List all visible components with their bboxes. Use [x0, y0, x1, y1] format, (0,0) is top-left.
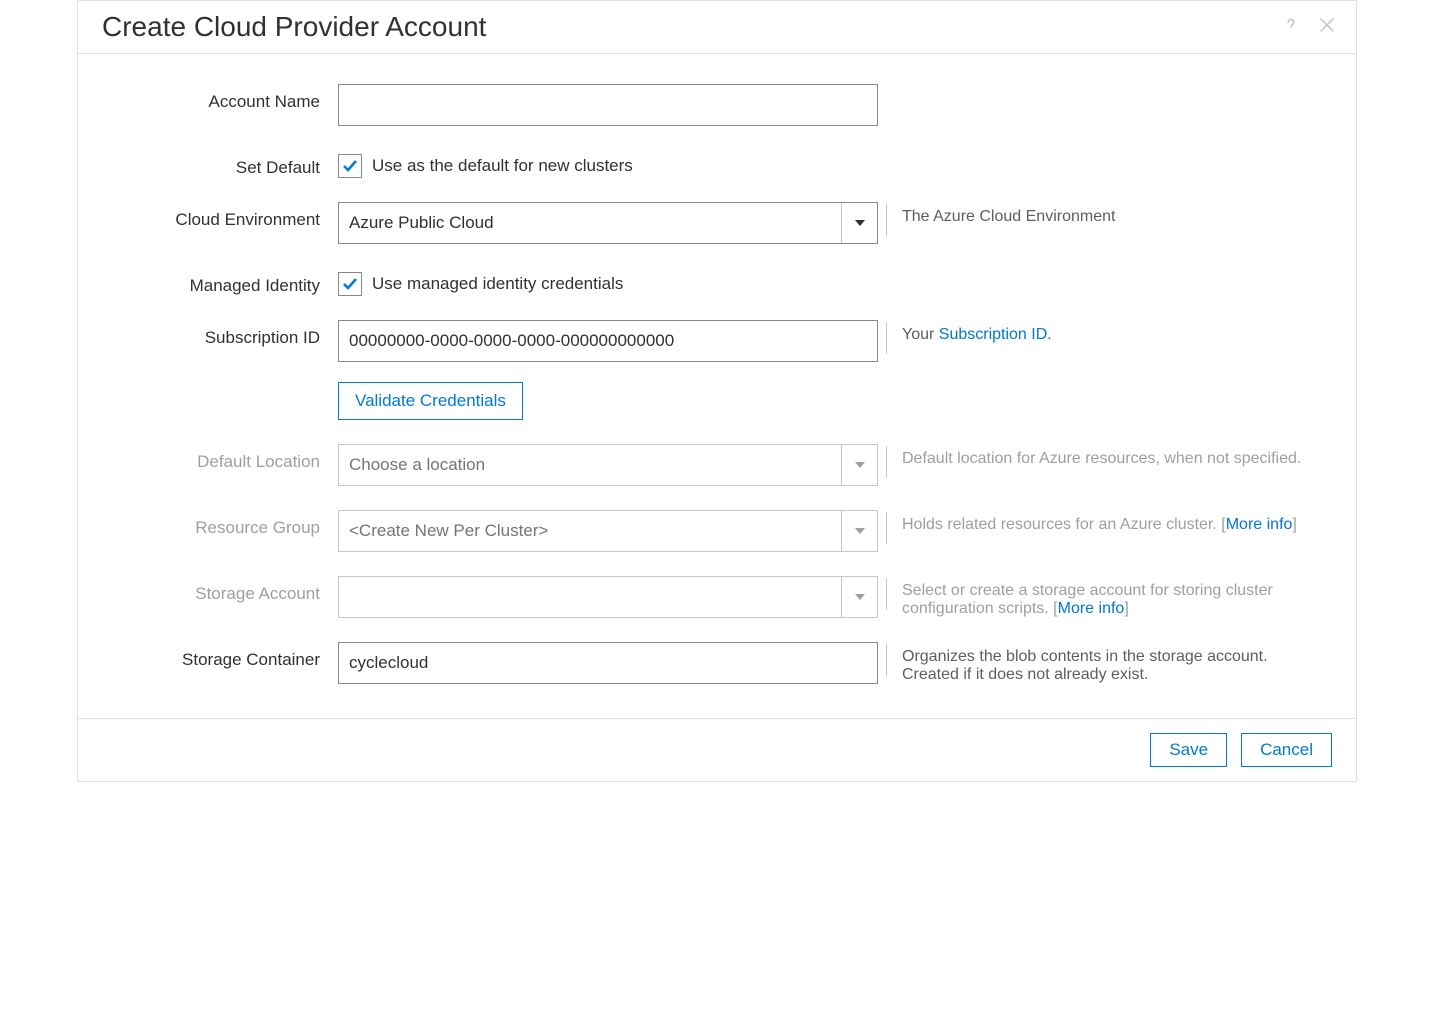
hint-subscription-id: Your Subscription ID. [878, 320, 1326, 344]
label-resource-group: Resource Group [108, 510, 338, 538]
row-resource-group: Resource Group Holds related resources f… [108, 510, 1326, 552]
resource-group-select[interactable] [338, 510, 878, 552]
label-storage-container: Storage Container [108, 642, 338, 670]
resource-group-more-info-link[interactable]: More info [1226, 516, 1293, 533]
help-icon[interactable] [1280, 14, 1302, 40]
subscription-id-input[interactable] [338, 320, 878, 362]
label-subscription-id: Subscription ID [108, 320, 338, 348]
label-account-name: Account Name [108, 84, 338, 112]
label-cloud-environment: Cloud Environment [108, 202, 338, 230]
row-subscription-id: Subscription ID Your Subscription ID. [108, 320, 1326, 362]
cloud-environment-value[interactable] [338, 202, 878, 244]
default-location-value[interactable] [338, 444, 878, 486]
header-actions [1280, 14, 1338, 40]
dialog-title: Create Cloud Provider Account [102, 11, 486, 43]
row-validate: Validate Credentials [108, 382, 1326, 420]
storage-account-value[interactable] [338, 576, 878, 618]
validate-credentials-button[interactable]: Validate Credentials [338, 382, 523, 420]
dialog-footer: Save Cancel [78, 718, 1356, 781]
storage-account-select[interactable] [338, 576, 878, 618]
row-managed-identity: Managed Identity Use managed identity cr… [108, 268, 1326, 296]
row-default-location: Default Location Default location for Az… [108, 444, 1326, 486]
dialog-body: Account Name Set Default Use as the defa… [78, 54, 1356, 718]
hint-default-location: Default location for Azure resources, wh… [878, 444, 1326, 468]
hint-storage-container: Organizes the blob contents in the stora… [878, 642, 1326, 684]
label-storage-account: Storage Account [108, 576, 338, 604]
hint-cloud-environment: The Azure Cloud Environment [878, 202, 1326, 226]
label-managed-identity: Managed Identity [108, 268, 338, 296]
subscription-id-link[interactable]: Subscription ID [939, 326, 1048, 343]
close-icon[interactable] [1316, 14, 1338, 40]
cloud-environment-select[interactable] [338, 202, 878, 244]
managed-identity-checkbox-label: Use managed identity credentials [372, 274, 623, 294]
account-name-input[interactable] [338, 84, 878, 126]
save-button[interactable]: Save [1150, 733, 1227, 767]
label-set-default: Set Default [108, 150, 338, 178]
managed-identity-checkbox[interactable] [338, 272, 362, 296]
label-default-location: Default Location [108, 444, 338, 472]
cancel-button[interactable]: Cancel [1241, 733, 1332, 767]
create-account-dialog: Create Cloud Provider Account Account Na… [77, 0, 1357, 782]
dialog-header: Create Cloud Provider Account [78, 1, 1356, 54]
resource-group-value[interactable] [338, 510, 878, 552]
row-storage-account: Storage Account Select or create a stora… [108, 576, 1326, 618]
hint-resource-group: Holds related resources for an Azure clu… [878, 510, 1326, 534]
row-set-default: Set Default Use as the default for new c… [108, 150, 1326, 178]
hint-storage-account: Select or create a storage account for s… [878, 576, 1326, 618]
default-location-select[interactable] [338, 444, 878, 486]
storage-account-more-info-link[interactable]: More info [1058, 600, 1125, 617]
row-cloud-environment: Cloud Environment The Azure Cloud Enviro… [108, 202, 1326, 244]
row-account-name: Account Name [108, 84, 1326, 126]
set-default-checkbox[interactable] [338, 154, 362, 178]
row-storage-container: Storage Container Organizes the blob con… [108, 642, 1326, 684]
set-default-checkbox-label: Use as the default for new clusters [372, 156, 633, 176]
storage-container-input[interactable] [338, 642, 878, 684]
